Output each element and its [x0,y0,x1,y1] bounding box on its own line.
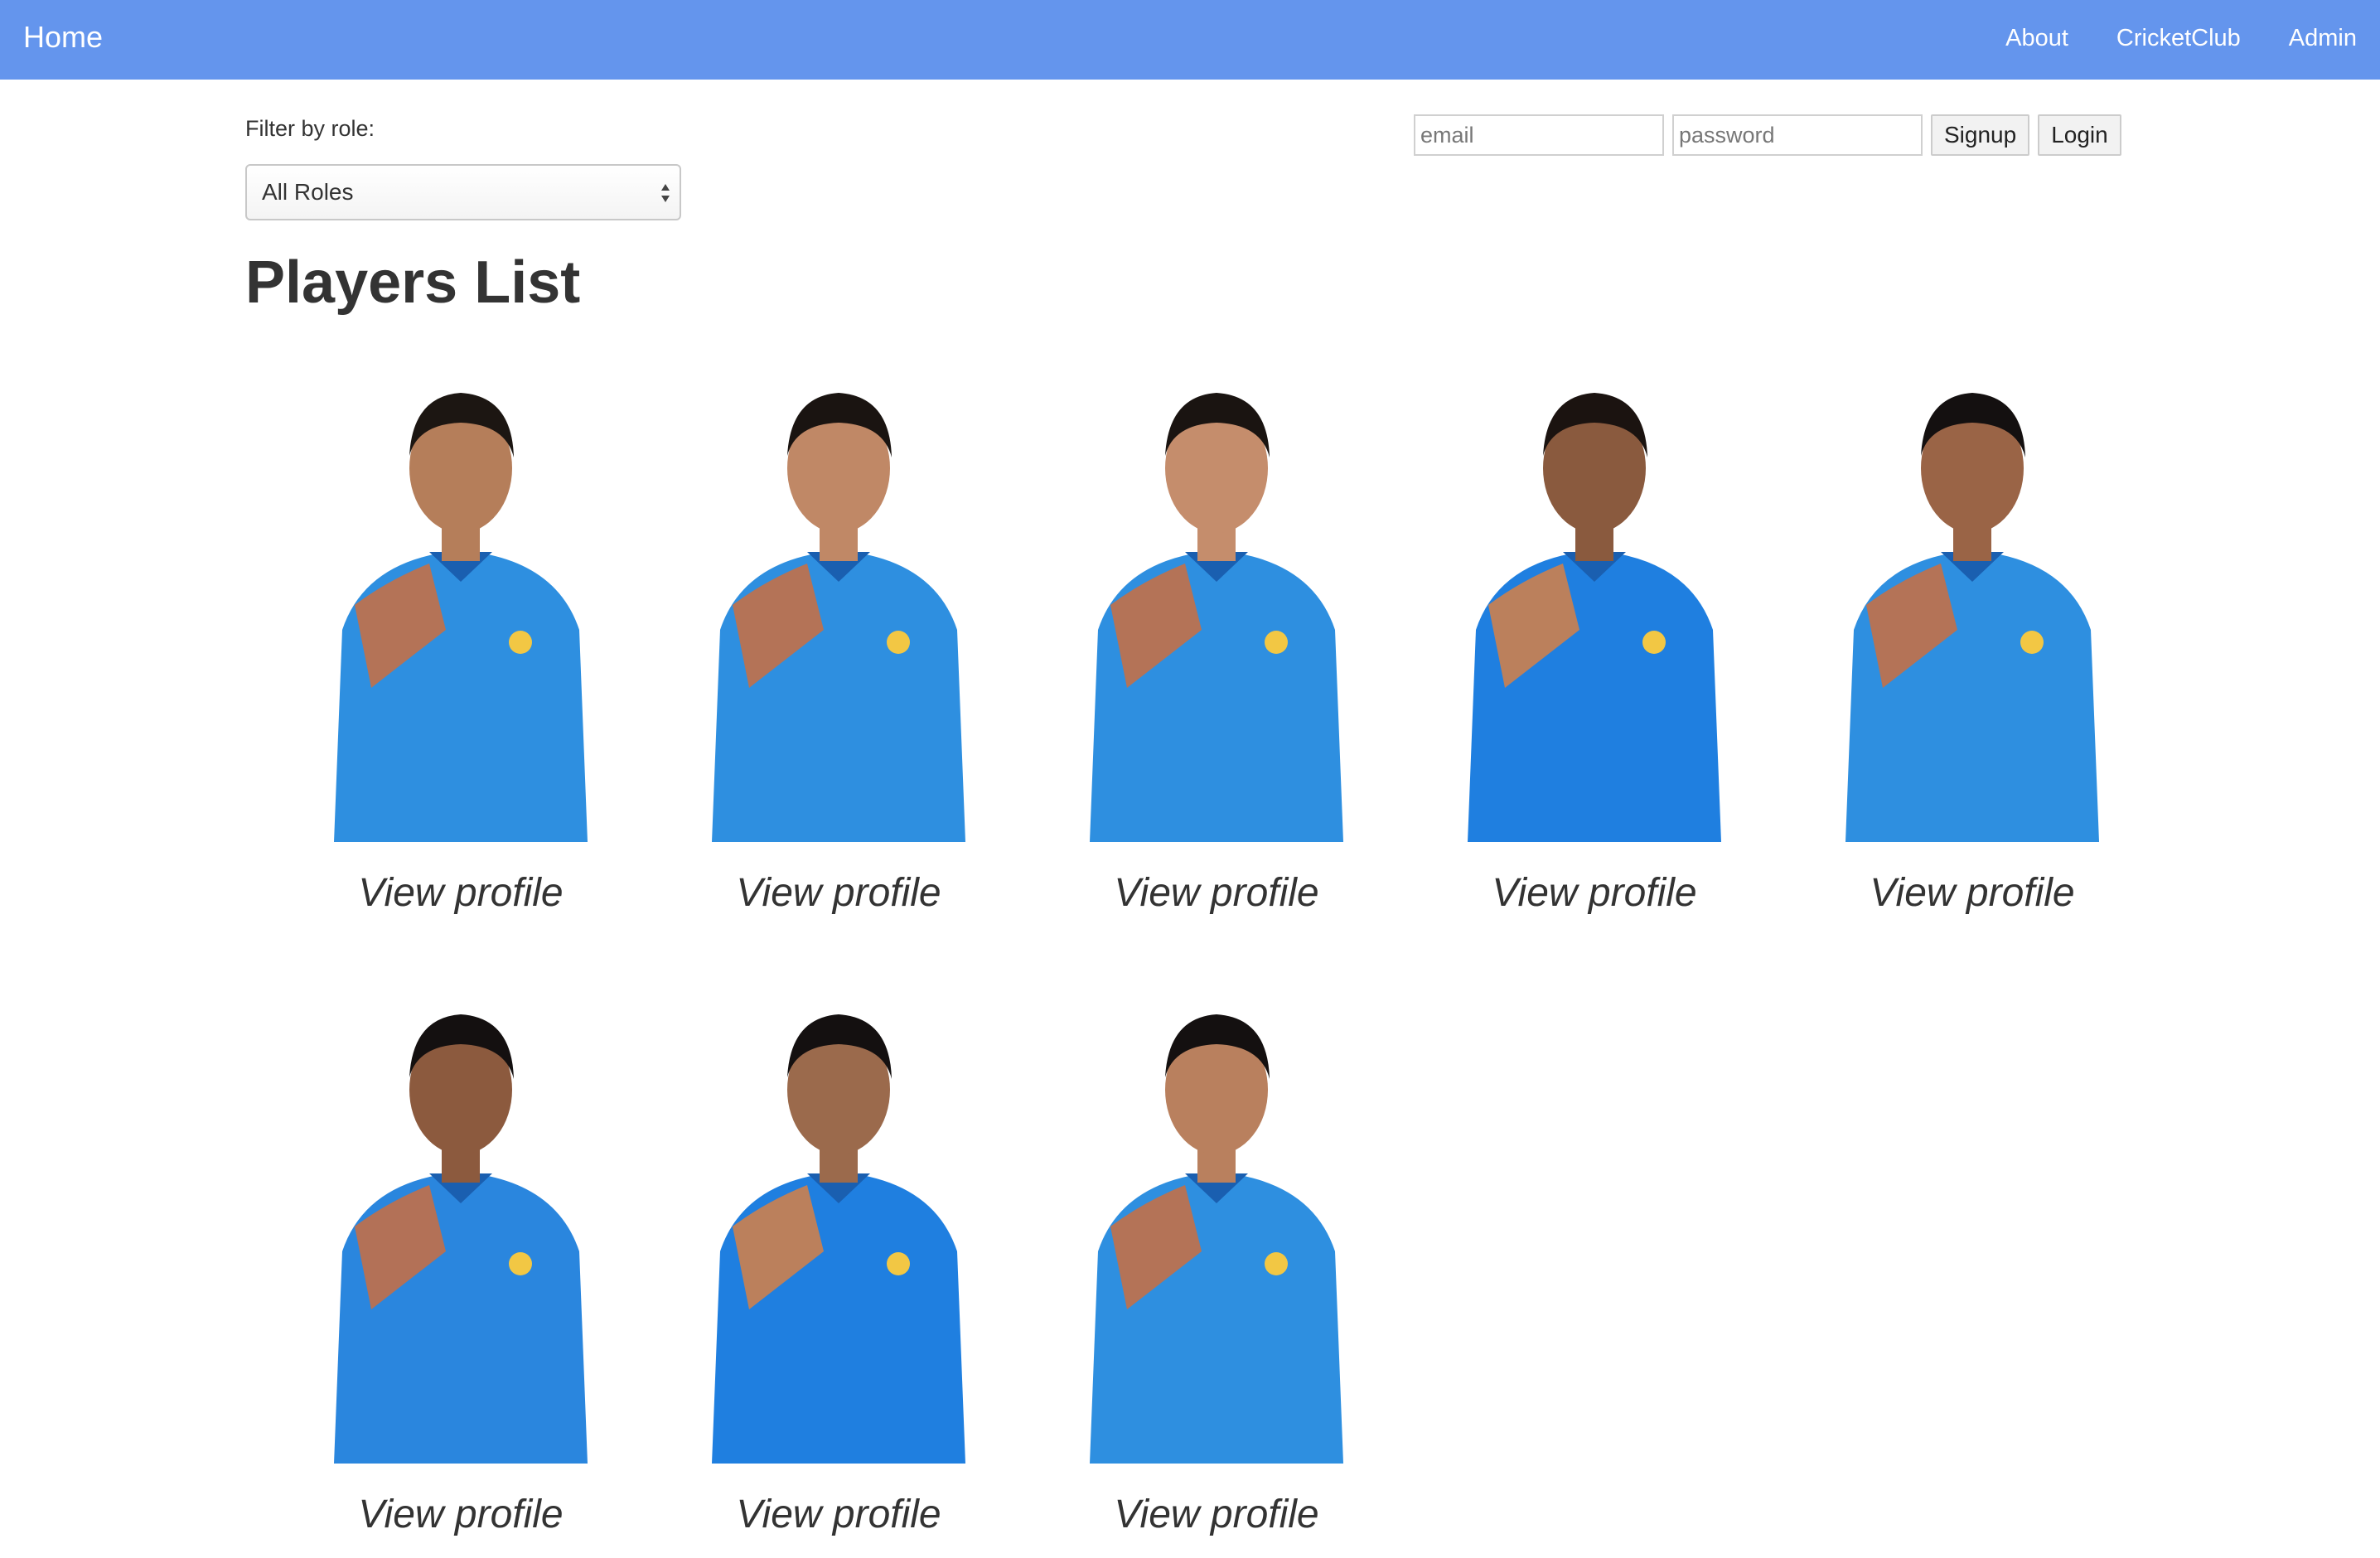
nav-about-link[interactable]: About [2005,25,2068,52]
player-photo[interactable] [1028,978,1405,1464]
login-form: Signup Login [1414,114,2121,156]
player-card: View profile [1405,356,1783,936]
player-photo[interactable] [1405,356,1783,842]
view-profile-link[interactable]: View profile [650,870,1028,916]
nav-home-link[interactable]: Home [23,20,103,55]
role-select-value: All Roles [262,179,354,205]
player-photo[interactable] [1783,356,2161,842]
player-card: View profile [650,356,1028,936]
email-input[interactable] [1414,114,1664,156]
view-profile-link[interactable]: View profile [1405,870,1783,916]
player-card: View profile [272,978,650,1558]
role-select[interactable]: All Roles [245,164,681,220]
view-profile-link[interactable]: View profile [1028,1492,1405,1537]
signup-button[interactable]: Signup [1931,114,2030,156]
player-photo[interactable] [1028,356,1405,842]
player-photo[interactable] [650,356,1028,842]
view-profile-link[interactable]: View profile [1028,870,1405,916]
nav-cricketclub-link[interactable]: CricketClub [2116,25,2241,52]
nav-admin-link[interactable]: Admin [2289,25,2357,52]
view-profile-link[interactable]: View profile [1783,870,2161,916]
view-profile-link[interactable]: View profile [272,870,650,916]
page-title: Players List [245,249,581,316]
view-profile-link[interactable]: View profile [650,1492,1028,1537]
player-card: View profile [1028,978,1405,1558]
player-photo[interactable] [650,978,1028,1464]
select-arrows-icon [661,184,670,202]
view-profile-link[interactable]: View profile [272,1492,650,1537]
password-input[interactable] [1672,114,1923,156]
filter-role-label: Filter by role: [245,116,375,141]
nav-links: About CricketClub Admin [2005,25,2357,52]
player-photo[interactable] [272,356,650,842]
player-card: View profile [272,356,650,936]
player-card: View profile [1028,356,1405,936]
login-button[interactable]: Login [2038,114,2121,156]
player-card: View profile [650,978,1028,1558]
player-photo[interactable] [272,978,650,1464]
player-card: View profile [1783,356,2161,936]
top-navbar: Home About CricketClub Admin [0,0,2380,80]
